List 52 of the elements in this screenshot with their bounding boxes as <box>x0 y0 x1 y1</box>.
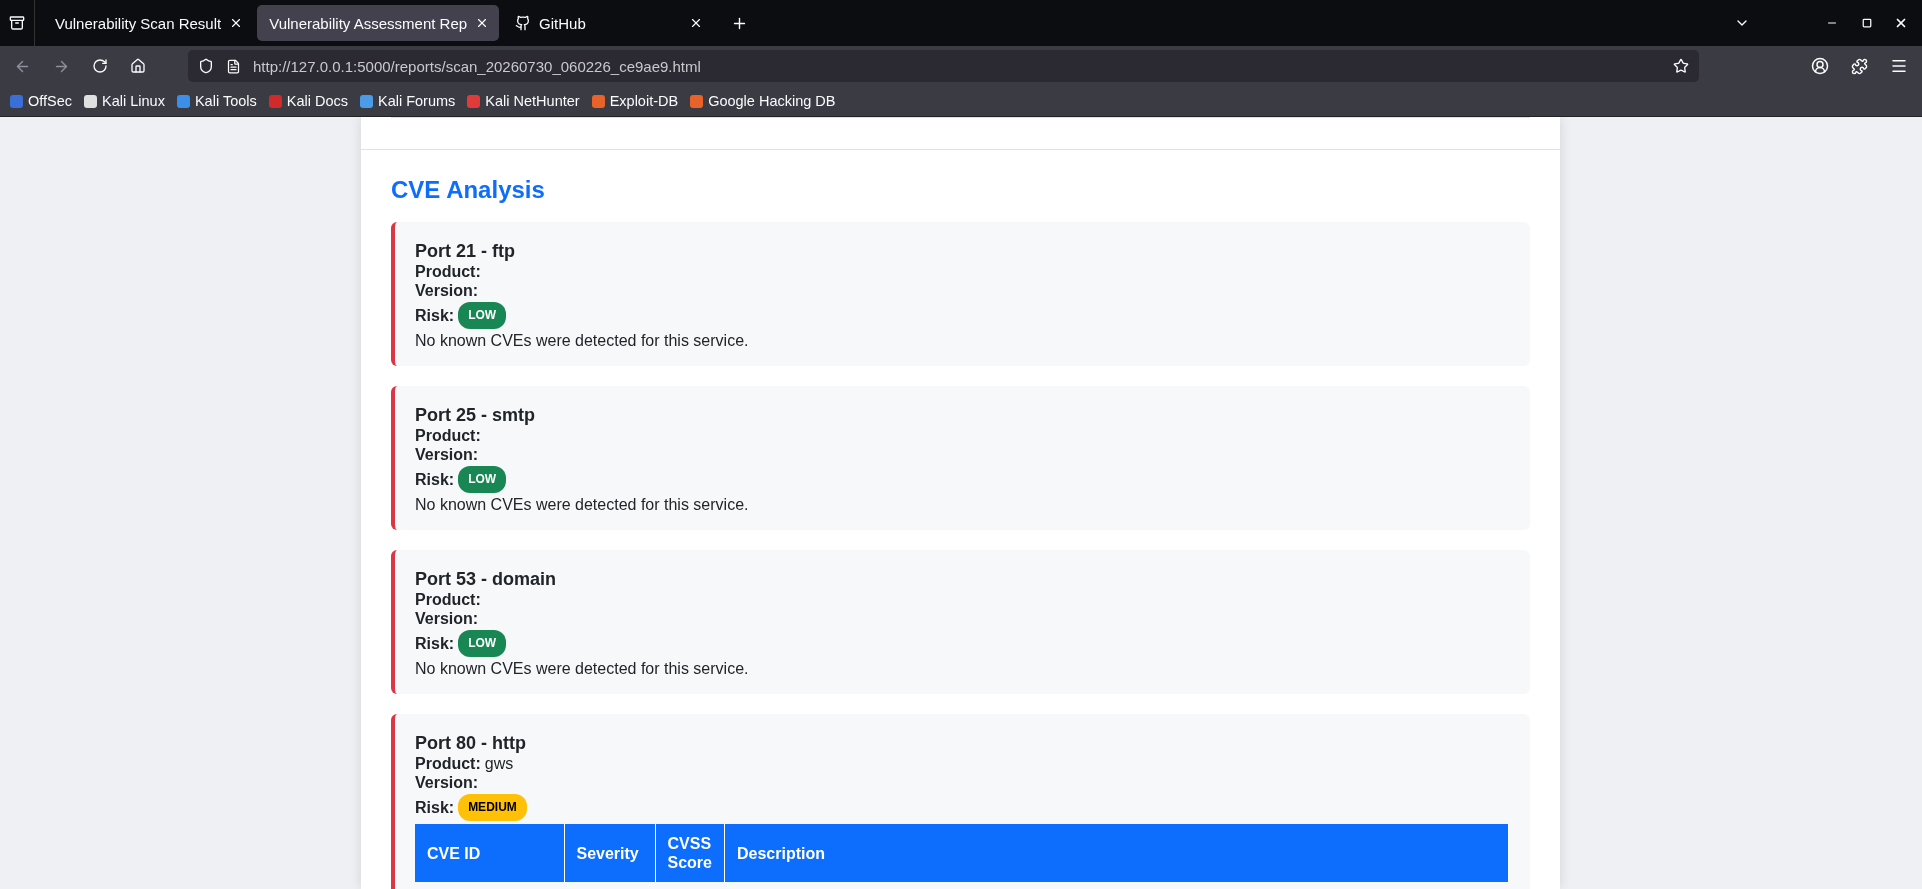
bookmark-star-icon[interactable] <box>1673 58 1689 74</box>
field-label: Product: <box>415 590 481 609</box>
product-value: gws <box>484 754 514 773</box>
bookmark-link[interactable]: Kali Docs <box>268 93 348 109</box>
field-label: Version: <box>415 773 479 792</box>
no-cve-message: No known CVEs were detected for this service. <box>415 659 750 678</box>
bookmark-link[interactable]: Exploit-DB <box>591 93 679 109</box>
close-icon[interactable] <box>1894 16 1908 30</box>
port-title: Port 25 - smtp <box>415 404 537 426</box>
bookmark-link[interactable]: Kali NetHunter <box>467 93 580 109</box>
browser-tab[interactable]: Vulnerability Assessment Rep <box>257 5 500 41</box>
risk-badge: MEDIUM <box>458 794 527 821</box>
github-icon <box>515 15 532 31</box>
column-header: Description <box>724 824 1509 882</box>
field-label: Product: <box>415 754 481 773</box>
browser-tab[interactable]: GitHub <box>503 5 714 41</box>
no-cve-message: No known CVEs were detected for this service. <box>415 495 750 514</box>
page-icon <box>226 58 241 74</box>
risk-badge: LOW <box>458 630 507 657</box>
column-header: CVSS Score <box>655 824 725 882</box>
bookmark-link[interactable]: OffSec <box>10 93 73 109</box>
section-title: CVE Analysis <box>391 176 546 204</box>
port-title: Port 21 - ftp <box>415 240 516 262</box>
reload-icon[interactable] <box>92 58 108 74</box>
port-title: Port 53 - domain <box>415 568 558 590</box>
field-label: Risk: <box>415 470 455 489</box>
field-label: Version: <box>415 281 479 300</box>
port-title: Port 80 - http <box>415 732 527 754</box>
column-header: CVE ID <box>415 824 564 882</box>
account-icon[interactable] <box>1811 57 1829 75</box>
address-bar[interactable]: http://127.0.0.1:5000/reports/scan_20260730_060226_ce9ae9.html <box>188 50 1699 82</box>
bookmark-link[interactable]: Kali Linux <box>84 93 165 109</box>
field-label: Risk: <box>415 634 455 653</box>
maximize-icon[interactable] <box>1862 18 1872 28</box>
field-label: Version: <box>415 445 479 464</box>
bookmark-link[interactable]: Kali Forums <box>360 93 456 109</box>
field-label: Risk: <box>415 306 455 325</box>
field-label: Product: <box>415 262 481 281</box>
field-label: Version: <box>415 609 479 628</box>
risk-badge: LOW <box>458 466 507 493</box>
browser-tab[interactable]: Vulnerability Scan Result <box>43 5 254 41</box>
bookmark-link[interactable]: Google Hacking DB <box>690 93 836 109</box>
shield-icon <box>198 58 214 74</box>
field-label: Risk: <box>415 798 455 817</box>
field-label: Product: <box>415 426 481 445</box>
home-icon[interactable] <box>130 58 146 74</box>
menu-icon[interactable] <box>1890 57 1908 75</box>
extensions-icon[interactable] <box>1851 57 1868 75</box>
no-cve-message: No known CVEs were detected for this service. <box>415 331 750 350</box>
bookmark-link[interactable]: Kali Tools <box>176 93 257 109</box>
risk-badge: LOW <box>458 302 507 329</box>
column-header: Severity <box>564 824 655 882</box>
